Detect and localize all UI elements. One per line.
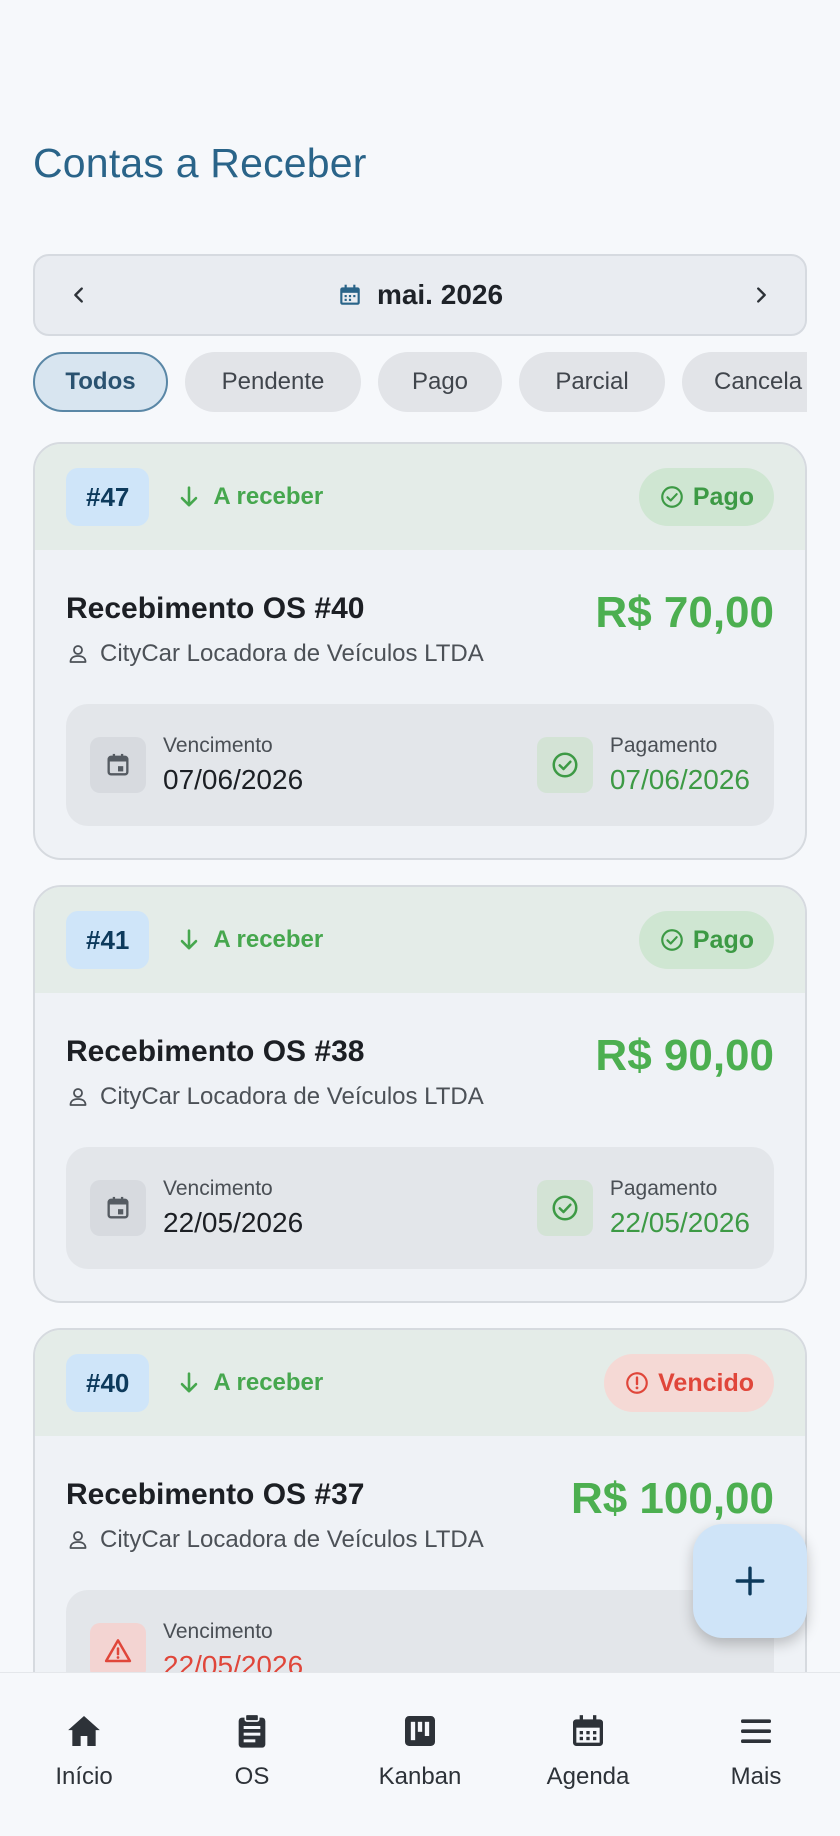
id-badge: #40 (66, 1354, 150, 1412)
person-icon (69, 1531, 87, 1549)
client-name: CityCar Locadora de Veículos LTDA (100, 1083, 484, 1110)
clipboard-icon (238, 1713, 266, 1748)
direction-text: A receber (213, 1369, 324, 1396)
due-date-block: Vencimento 22/05/2026 (90, 1620, 303, 1673)
status-text: Pago (692, 925, 754, 954)
arrow-down-icon (181, 1372, 198, 1393)
previous-month-button[interactable] (59, 275, 99, 315)
plus-icon (735, 1566, 765, 1596)
warning-icon (90, 1623, 146, 1673)
check-circle-icon (661, 486, 683, 508)
chevron-left-icon (74, 287, 83, 303)
receivable-description: Recebimento OS #40 (66, 592, 365, 625)
receivable-card[interactable]: #41 A receber Pago Recebimento OS #38 Ci… (33, 885, 807, 1303)
check-circle-icon (536, 737, 593, 793)
direction-label: A receber (175, 483, 323, 511)
payment-label: Pagamento (609, 734, 718, 757)
arrow-down-icon (181, 486, 198, 507)
dates-panel: Vencimento 07/06/2026 Pagamento 07/06/20… (66, 704, 774, 826)
filter-chip-cancelado[interactable]: Cancela (682, 352, 807, 412)
page-title: Contas a Receber (33, 140, 367, 186)
calendar-icon (573, 1715, 603, 1746)
due-label: Vencimento (163, 1177, 273, 1200)
event-calendar-icon (90, 1180, 146, 1236)
receivable-card[interactable]: #40 A receber Vencido Recebimento OS #37… (33, 1328, 807, 1673)
status-badge: Pago (638, 468, 774, 526)
status-badge: Vencido (604, 1354, 774, 1412)
client-name: CityCar Locadora de Veículos LTDA (100, 640, 484, 667)
nav-item-kanban[interactable]: Kanban (345, 1711, 495, 1791)
amount: R$ 90,00 (595, 1031, 774, 1080)
chevron-right-icon (757, 287, 766, 303)
nav-item-inicio[interactable]: Início (9, 1711, 159, 1791)
add-receivable-button[interactable] (693, 1524, 807, 1638)
filter-chip-parcial[interactable]: Parcial (519, 352, 665, 412)
direction-label: A receber (175, 926, 323, 954)
event-calendar-icon (90, 737, 146, 793)
nav-item-agenda[interactable]: Agenda (513, 1711, 663, 1791)
check-circle-icon (536, 1180, 593, 1236)
nav-label: Início (55, 1763, 113, 1790)
bottom-navigation: Início OS Kanban Agenda Mais (0, 1672, 840, 1836)
card-header: #47 A receber Pago (35, 444, 805, 550)
next-month-button[interactable] (741, 275, 781, 315)
calendar-icon (340, 284, 360, 305)
arrow-down-icon (181, 929, 198, 950)
kanban-icon (405, 1716, 435, 1746)
filter-chip-todos[interactable]: Todos (33, 352, 168, 412)
nav-label: Mais (730, 1763, 782, 1790)
client-line: CityCar Locadora de Veículos LTDA (66, 640, 484, 668)
amount: R$ 70,00 (595, 588, 774, 637)
client-name: CityCar Locadora de Veículos LTDA (100, 1526, 484, 1553)
receivable-description: Recebimento OS #38 (66, 1035, 365, 1068)
due-date: 22/05/2026 (163, 1207, 304, 1238)
client-line: CityCar Locadora de Veículos LTDA (66, 1083, 484, 1111)
nav-label: Agenda (546, 1763, 630, 1790)
due-label: Vencimento (163, 734, 273, 757)
client-line: CityCar Locadora de Veículos LTDA (66, 1526, 484, 1554)
id-badge: #47 (66, 468, 150, 526)
due-date: 07/06/2026 (163, 764, 304, 795)
payment-date-block: Pagamento 22/05/2026 (536, 1177, 750, 1239)
payment-date-block: Pagamento 07/06/2026 (536, 734, 750, 796)
nav-item-mais[interactable]: Mais (681, 1711, 831, 1791)
status-filter-chips: Todos Pendente Pago Parcial Cancela (33, 352, 807, 414)
nav-item-os[interactable]: OS (177, 1711, 327, 1791)
direction-text: A receber (213, 483, 324, 510)
payment-label: Pagamento (609, 1177, 718, 1200)
nav-label: Kanban (378, 1763, 462, 1790)
nav-label: OS (234, 1763, 270, 1790)
status-badge: Pago (638, 911, 774, 969)
payment-date: 07/06/2026 (609, 764, 750, 795)
id-badge: #41 (66, 911, 150, 969)
status-text: Vencido (658, 1368, 754, 1397)
person-icon (69, 645, 87, 663)
card-header: #41 A receber Pago (35, 887, 805, 993)
due-date: 22/05/2026 (163, 1650, 304, 1673)
status-text: Pago (692, 482, 754, 511)
dates-panel: Vencimento 22/05/2026 Pagamento 22/05/20… (66, 1147, 774, 1269)
menu-icon (741, 1719, 771, 1743)
payment-date: 22/05/2026 (609, 1207, 750, 1238)
home-icon (68, 1716, 100, 1746)
filter-chip-pago[interactable]: Pago (378, 352, 502, 412)
due-label: Vencimento (163, 1620, 273, 1643)
direction-text: A receber (213, 926, 324, 953)
receivable-card[interactable]: #47 A receber Pago Recebimento OS #40 Ci… (33, 442, 807, 860)
receivable-description: Recebimento OS #37 (66, 1478, 365, 1511)
due-date-block: Vencimento 07/06/2026 (90, 734, 303, 796)
amount: R$ 100,00 (570, 1474, 774, 1523)
card-header: #40 A receber Vencido (35, 1330, 805, 1436)
receivables-list: #47 A receber Pago Recebimento OS #40 Ci… (33, 442, 807, 1673)
due-date-block: Vencimento 22/05/2026 (90, 1177, 303, 1239)
dates-panel: Vencimento 22/05/2026 (66, 1590, 774, 1673)
direction-label: A receber (175, 1369, 323, 1397)
filter-chip-pendente[interactable]: Pendente (185, 352, 361, 412)
month-selector: mai. 2026 (33, 254, 807, 336)
check-circle-icon (661, 929, 683, 951)
month-label: mai. 2026 (376, 279, 504, 310)
alert-circle-icon (626, 1372, 648, 1394)
month-display[interactable]: mai. 2026 (337, 279, 503, 311)
person-icon (69, 1088, 87, 1106)
